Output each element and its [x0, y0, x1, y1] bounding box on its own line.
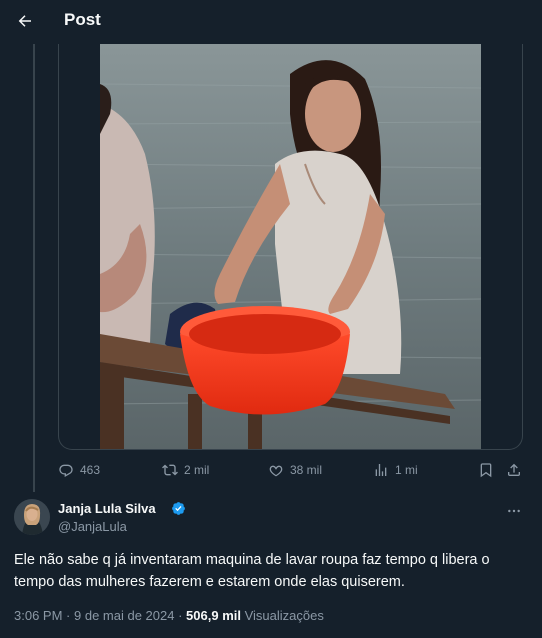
- top-bar: Post: [0, 0, 542, 44]
- avatar-image: [14, 499, 50, 535]
- post-meta: 3:06 PM · 9 de mai de 2024 · 506,9 mil V…: [14, 608, 324, 623]
- post-text: Ele não sabe q já inventaram maquina de …: [14, 552, 490, 590]
- repost-icon: [162, 464, 178, 476]
- reply-count: 463: [80, 463, 101, 477]
- share-button[interactable]: [506, 458, 522, 482]
- thread-connector-line: [33, 44, 35, 492]
- more-options-button[interactable]: [500, 501, 528, 521]
- verified-badge-icon: [172, 502, 185, 515]
- like-button[interactable]: 38 mil: [268, 458, 322, 482]
- bookmark-icon: [480, 463, 492, 478]
- heart-icon: [269, 465, 283, 477]
- author-name[interactable]: Janja Lula Silva: [58, 501, 156, 516]
- post-date[interactable]: 9 de mai de 2024: [74, 608, 174, 623]
- media-card[interactable]: [58, 44, 523, 450]
- avatar[interactable]: [14, 499, 50, 535]
- reply-button[interactable]: 463: [58, 458, 100, 482]
- page-title: Post: [64, 10, 101, 29]
- meta-separator: ·: [178, 608, 187, 623]
- views-button[interactable]: 1 mi: [373, 458, 418, 482]
- repost-count: 2 mil: [184, 463, 210, 477]
- like-count: 38 mil: [290, 463, 323, 477]
- views-count-short: 1 mi: [395, 463, 418, 477]
- reply-icon: [59, 464, 73, 477]
- repost-button[interactable]: 2 mil: [162, 458, 209, 482]
- post-time[interactable]: 3:06 PM: [14, 608, 62, 623]
- views-count: 506,9 mil: [186, 608, 241, 623]
- post-author: Janja Lula Silva @JanjaLula: [14, 495, 528, 539]
- author-handle[interactable]: @JanjaLula: [58, 519, 127, 534]
- share-icon: [508, 463, 520, 476]
- views-label: Visualizações: [244, 608, 324, 623]
- more-horizontal-icon: [508, 509, 520, 513]
- bookmark-button[interactable]: [478, 458, 494, 482]
- post-actions: 463 2 mil 38 mil 1 mi: [58, 458, 524, 482]
- meta-separator: ·: [66, 608, 74, 623]
- back-button[interactable]: [10, 6, 40, 36]
- video-frame-image: [100, 44, 481, 449]
- arrow-left-icon: [18, 15, 31, 27]
- video-player[interactable]: [100, 44, 481, 449]
- analytics-bar-icon: [375, 464, 387, 476]
